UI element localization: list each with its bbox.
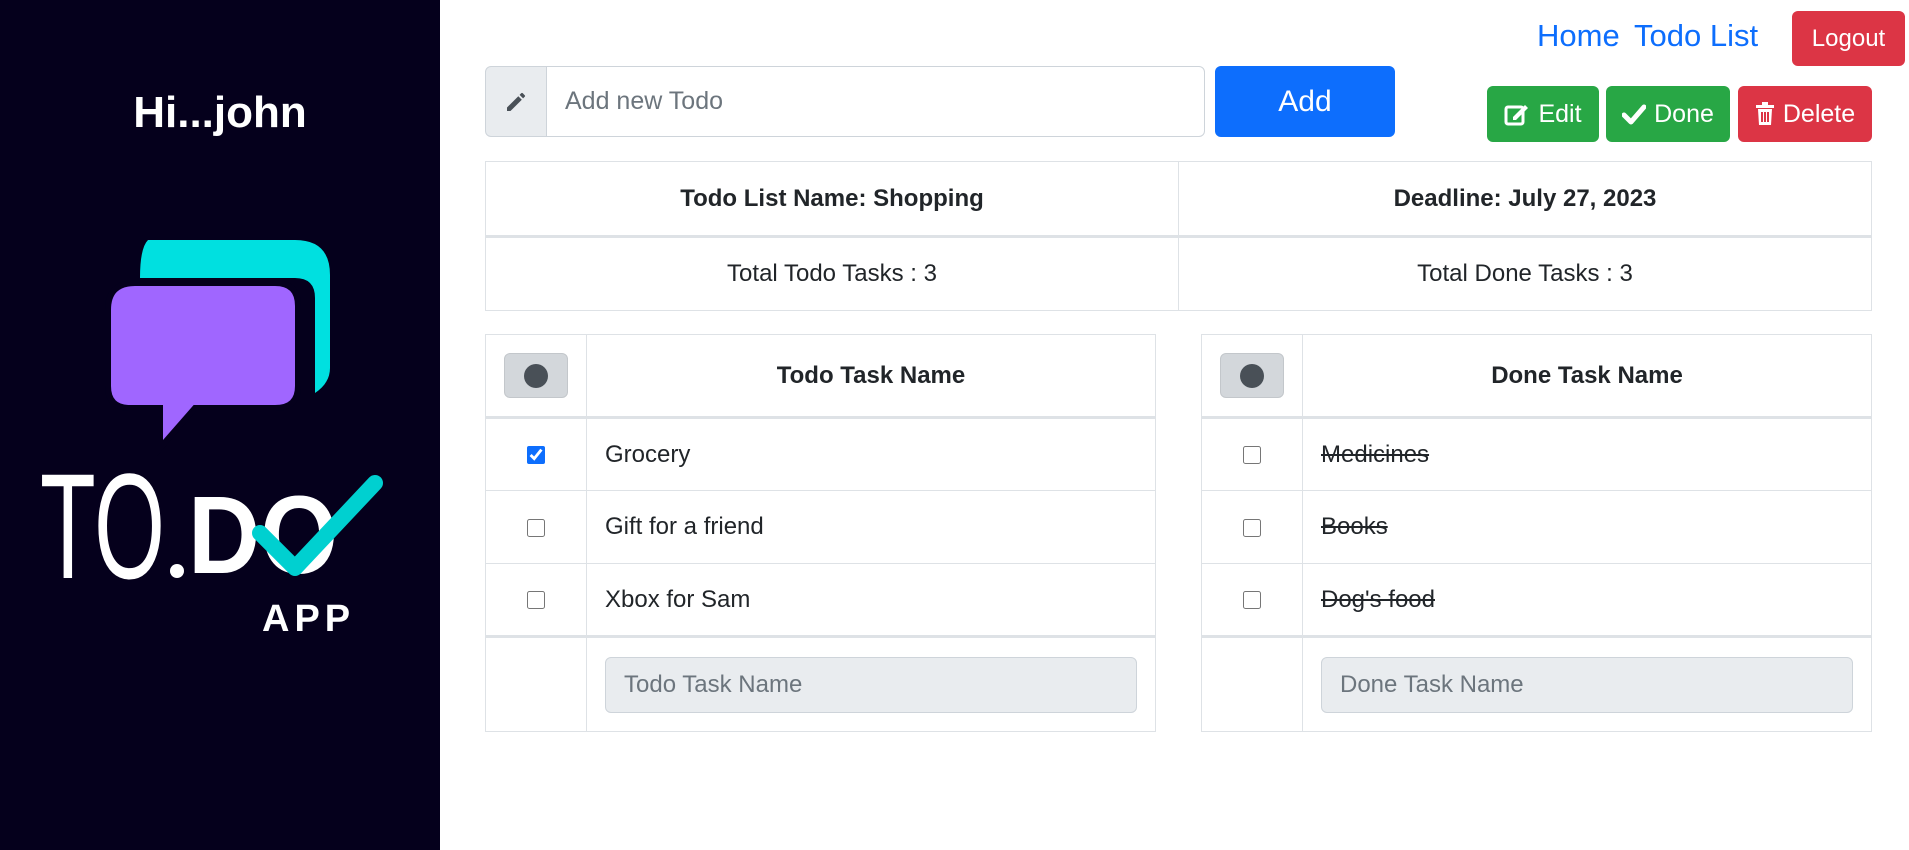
trash-icon — [1755, 102, 1774, 125]
deadline: Deadline: July 27, 2023 — [1178, 161, 1872, 238]
svg-text:APP: APP — [262, 598, 355, 640]
todo-task-name: Grocery — [586, 417, 1156, 491]
svg-text:TO: TO — [40, 442, 165, 610]
todo-task-name-input[interactable] — [605, 656, 1137, 713]
todo-task-name: Xbox for Sam — [586, 563, 1156, 637]
todo-table-header: Todo Task Name — [586, 334, 1156, 419]
nav-todo-list-link[interactable]: Todo List — [1634, 18, 1758, 54]
total-done-tasks: Total Done Tasks : 3 — [1178, 236, 1872, 311]
add-todo-group — [485, 66, 1205, 137]
done-task-name-input[interactable] — [1321, 656, 1853, 713]
done-tasks-table: Done Task Name Medicines Books Dog's foo… — [1201, 334, 1872, 732]
todo-task-name: Gift for a friend — [586, 490, 1156, 564]
table-row: Gift for a friend — [485, 490, 1156, 564]
circle-icon — [524, 363, 548, 388]
edit-button[interactable]: Edit — [1487, 86, 1599, 142]
circle-icon — [1240, 363, 1264, 388]
done-task-name: Medicines — [1302, 417, 1872, 491]
done-button[interactable]: Done — [1606, 86, 1730, 142]
done-task-name: Books — [1302, 490, 1872, 564]
greeting: Hi...john — [133, 88, 307, 137]
check-icon — [1622, 104, 1647, 125]
table-row: Xbox for Sam — [485, 563, 1156, 637]
edit-icon — [1504, 105, 1529, 126]
todo-checkbox[interactable] — [527, 446, 545, 465]
done-label: Done — [1654, 99, 1714, 128]
table-row: Medicines — [1201, 417, 1872, 491]
done-task-name: Dog's food — [1302, 563, 1872, 637]
table-row: Books — [1201, 490, 1872, 564]
new-todo-input[interactable] — [546, 66, 1205, 137]
nav-home-link[interactable]: Home — [1537, 18, 1620, 54]
done-checkbox[interactable] — [1243, 446, 1261, 465]
todo-select-all-toggle[interactable] — [504, 353, 568, 398]
total-todo-tasks: Total Todo Tasks : 3 — [485, 236, 1179, 311]
done-checkbox[interactable] — [1243, 518, 1261, 537]
sidebar: Hi...john TO DO APP — [0, 0, 440, 850]
todo-checkbox[interactable] — [527, 518, 545, 537]
todo-checkbox[interactable] — [527, 591, 545, 610]
add-button[interactable]: Add — [1215, 66, 1395, 137]
todo-list-info-table: Todo List Name: Shopping Deadline: July … — [485, 161, 1872, 311]
todo-tasks-table: Todo Task Name Grocery Gift for a friend… — [485, 334, 1156, 732]
todo-list-name: Todo List Name: Shopping — [485, 161, 1179, 238]
done-table-header: Done Task Name — [1302, 334, 1872, 419]
table-row: Dog's food — [1201, 563, 1872, 637]
done-select-all-toggle[interactable] — [1220, 353, 1284, 398]
todo-app-logo: TO DO APP — [40, 240, 383, 640]
table-row: Grocery — [485, 417, 1156, 491]
pencil-icon — [485, 66, 547, 137]
edit-label: Edit — [1538, 99, 1582, 128]
done-checkbox[interactable] — [1243, 591, 1261, 610]
delete-label: Delete — [1782, 99, 1856, 128]
logout-button[interactable]: Logout — [1792, 11, 1905, 66]
delete-button[interactable]: Delete — [1738, 86, 1872, 142]
